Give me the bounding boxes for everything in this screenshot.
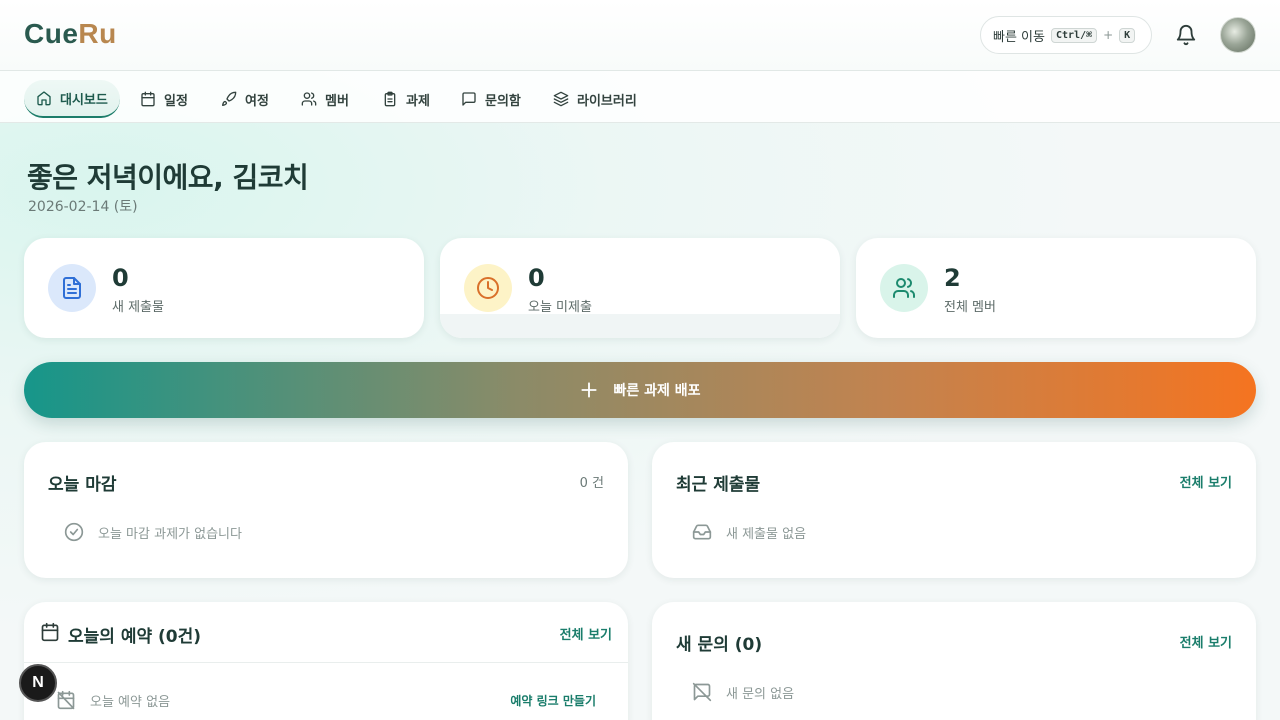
logo-part-2: Ru (78, 18, 117, 49)
empty-state: 오늘 예약 없음 (56, 690, 170, 710)
create-booking-link-button[interactable]: 예약 링크 만들기 (510, 692, 596, 709)
bell-icon[interactable] (1175, 24, 1197, 46)
page-title: 좋은 저녁이에요, 김코치 (27, 161, 309, 194)
empty-message: 새 문의 없음 (726, 686, 795, 702)
calendar-icon (41, 622, 59, 642)
stat-value: 0 (528, 264, 545, 292)
card-band (440, 314, 840, 338)
plus-icon (581, 382, 598, 398)
calendar-off-icon (57, 690, 75, 710)
stat-value: 0 (112, 264, 129, 292)
tab-library[interactable]: 라이브러리 (541, 80, 649, 118)
shortcut-plus: + (1103, 28, 1114, 42)
inbox-icon (692, 524, 712, 540)
logo-part-1: Cue (24, 18, 79, 49)
stat-card-pending-today[interactable]: 0 오늘 미제출 (440, 238, 840, 338)
tab-journey[interactable]: 여정 (209, 80, 281, 118)
message-icon (462, 92, 476, 106)
stat-label: 전체 멤버 (944, 300, 996, 315)
app-logo[interactable]: CueRu (24, 18, 117, 50)
dev-tools-badge[interactable]: N (19, 664, 57, 702)
current-date: 2026-02-14 (토) (28, 199, 138, 215)
panel-today-bookings: 오늘의 예약 (0건) 전체 보기 오늘 예약 없음 예약 링크 만들기 (24, 602, 628, 720)
deadline-count: 0 건 (579, 476, 604, 491)
stat-card-new-submissions[interactable]: 0 새 제출물 (24, 238, 424, 338)
tab-label: 여정 (245, 93, 269, 109)
check-circle-icon (64, 522, 84, 542)
empty-message: 새 제출물 없음 (726, 526, 807, 542)
tab-members[interactable]: 멤버 (289, 80, 361, 118)
users-icon (880, 264, 928, 312)
divider (24, 662, 628, 663)
message-off-icon (692, 682, 712, 702)
empty-state: 새 문의 없음 (692, 682, 794, 702)
panel-recent-submissions: 최근 제출물 전체 보기 새 제출물 없음 (652, 442, 1256, 578)
tab-label: 라이브러리 (577, 93, 637, 109)
panel-today-deadline: 오늘 마감 0 건 오늘 마감 과제가 없습니다 (24, 442, 628, 578)
shortcut-key-ctrl: Ctrl/⌘ (1050, 27, 1098, 43)
empty-state: 새 제출물 없음 (692, 522, 806, 542)
tab-assignments[interactable]: 과제 (370, 80, 442, 118)
clipboard-icon (384, 91, 396, 107)
stat-label: 오늘 미제출 (528, 300, 592, 315)
top-bar: CueRu 빠른 이동 Ctrl/⌘ + K (0, 0, 1280, 71)
users-icon (301, 92, 317, 106)
stat-label: 새 제출물 (112, 300, 164, 315)
stat-card-total-members[interactable]: 2 전체 멤버 (856, 238, 1256, 338)
panel-title: 오늘의 예약 (0건) (68, 627, 202, 647)
layers-icon (553, 91, 569, 107)
shortcut-key-k: K (1119, 27, 1136, 43)
view-all-link[interactable]: 전체 보기 (1180, 472, 1232, 491)
panel-title: 오늘 마감 (48, 475, 117, 495)
tab-label: 문의함 (485, 93, 521, 109)
tab-schedule[interactable]: 일정 (128, 80, 200, 118)
panel-title: 새 문의 (0) (676, 635, 763, 655)
empty-message: 오늘 예약 없음 (90, 694, 171, 710)
cta-label: 빠른 과제 배포 (613, 383, 701, 399)
tab-inbox[interactable]: 문의함 (449, 80, 533, 118)
view-all-link[interactable]: 전체 보기 (1180, 632, 1232, 651)
tab-label: 대시보드 (60, 92, 108, 108)
view-all-link[interactable]: 전체 보기 (560, 624, 612, 643)
empty-message: 오늘 마감 과제가 없습니다 (98, 526, 242, 542)
home-icon (37, 91, 51, 106)
quick-nav-label: 빠른 이동 (993, 29, 1045, 45)
empty-state: 오늘 마감 과제가 없습니다 (64, 522, 242, 542)
tab-label: 과제 (406, 93, 430, 109)
panel-new-inquiries: 새 문의 (0) 전체 보기 새 문의 없음 (652, 602, 1256, 720)
panel-title: 최근 제출물 (676, 475, 761, 495)
user-avatar[interactable] (1220, 17, 1256, 53)
quick-nav-button[interactable]: 빠른 이동 Ctrl/⌘ + K (980, 16, 1152, 54)
tab-label: 일정 (164, 93, 188, 109)
tab-dashboard[interactable]: 대시보드 (24, 80, 120, 118)
calendar-icon (141, 91, 155, 107)
main-nav: 대시보드 일정 여정 멤버 과제 문의함 라이브러리 (0, 71, 1280, 123)
quick-deploy-button[interactable]: 빠른 과제 배포 (24, 362, 1256, 418)
document-icon (48, 264, 96, 312)
tab-label: 멤버 (325, 93, 349, 109)
rocket-icon (222, 91, 237, 106)
clock-icon (464, 264, 512, 312)
stat-value: 2 (944, 264, 961, 292)
